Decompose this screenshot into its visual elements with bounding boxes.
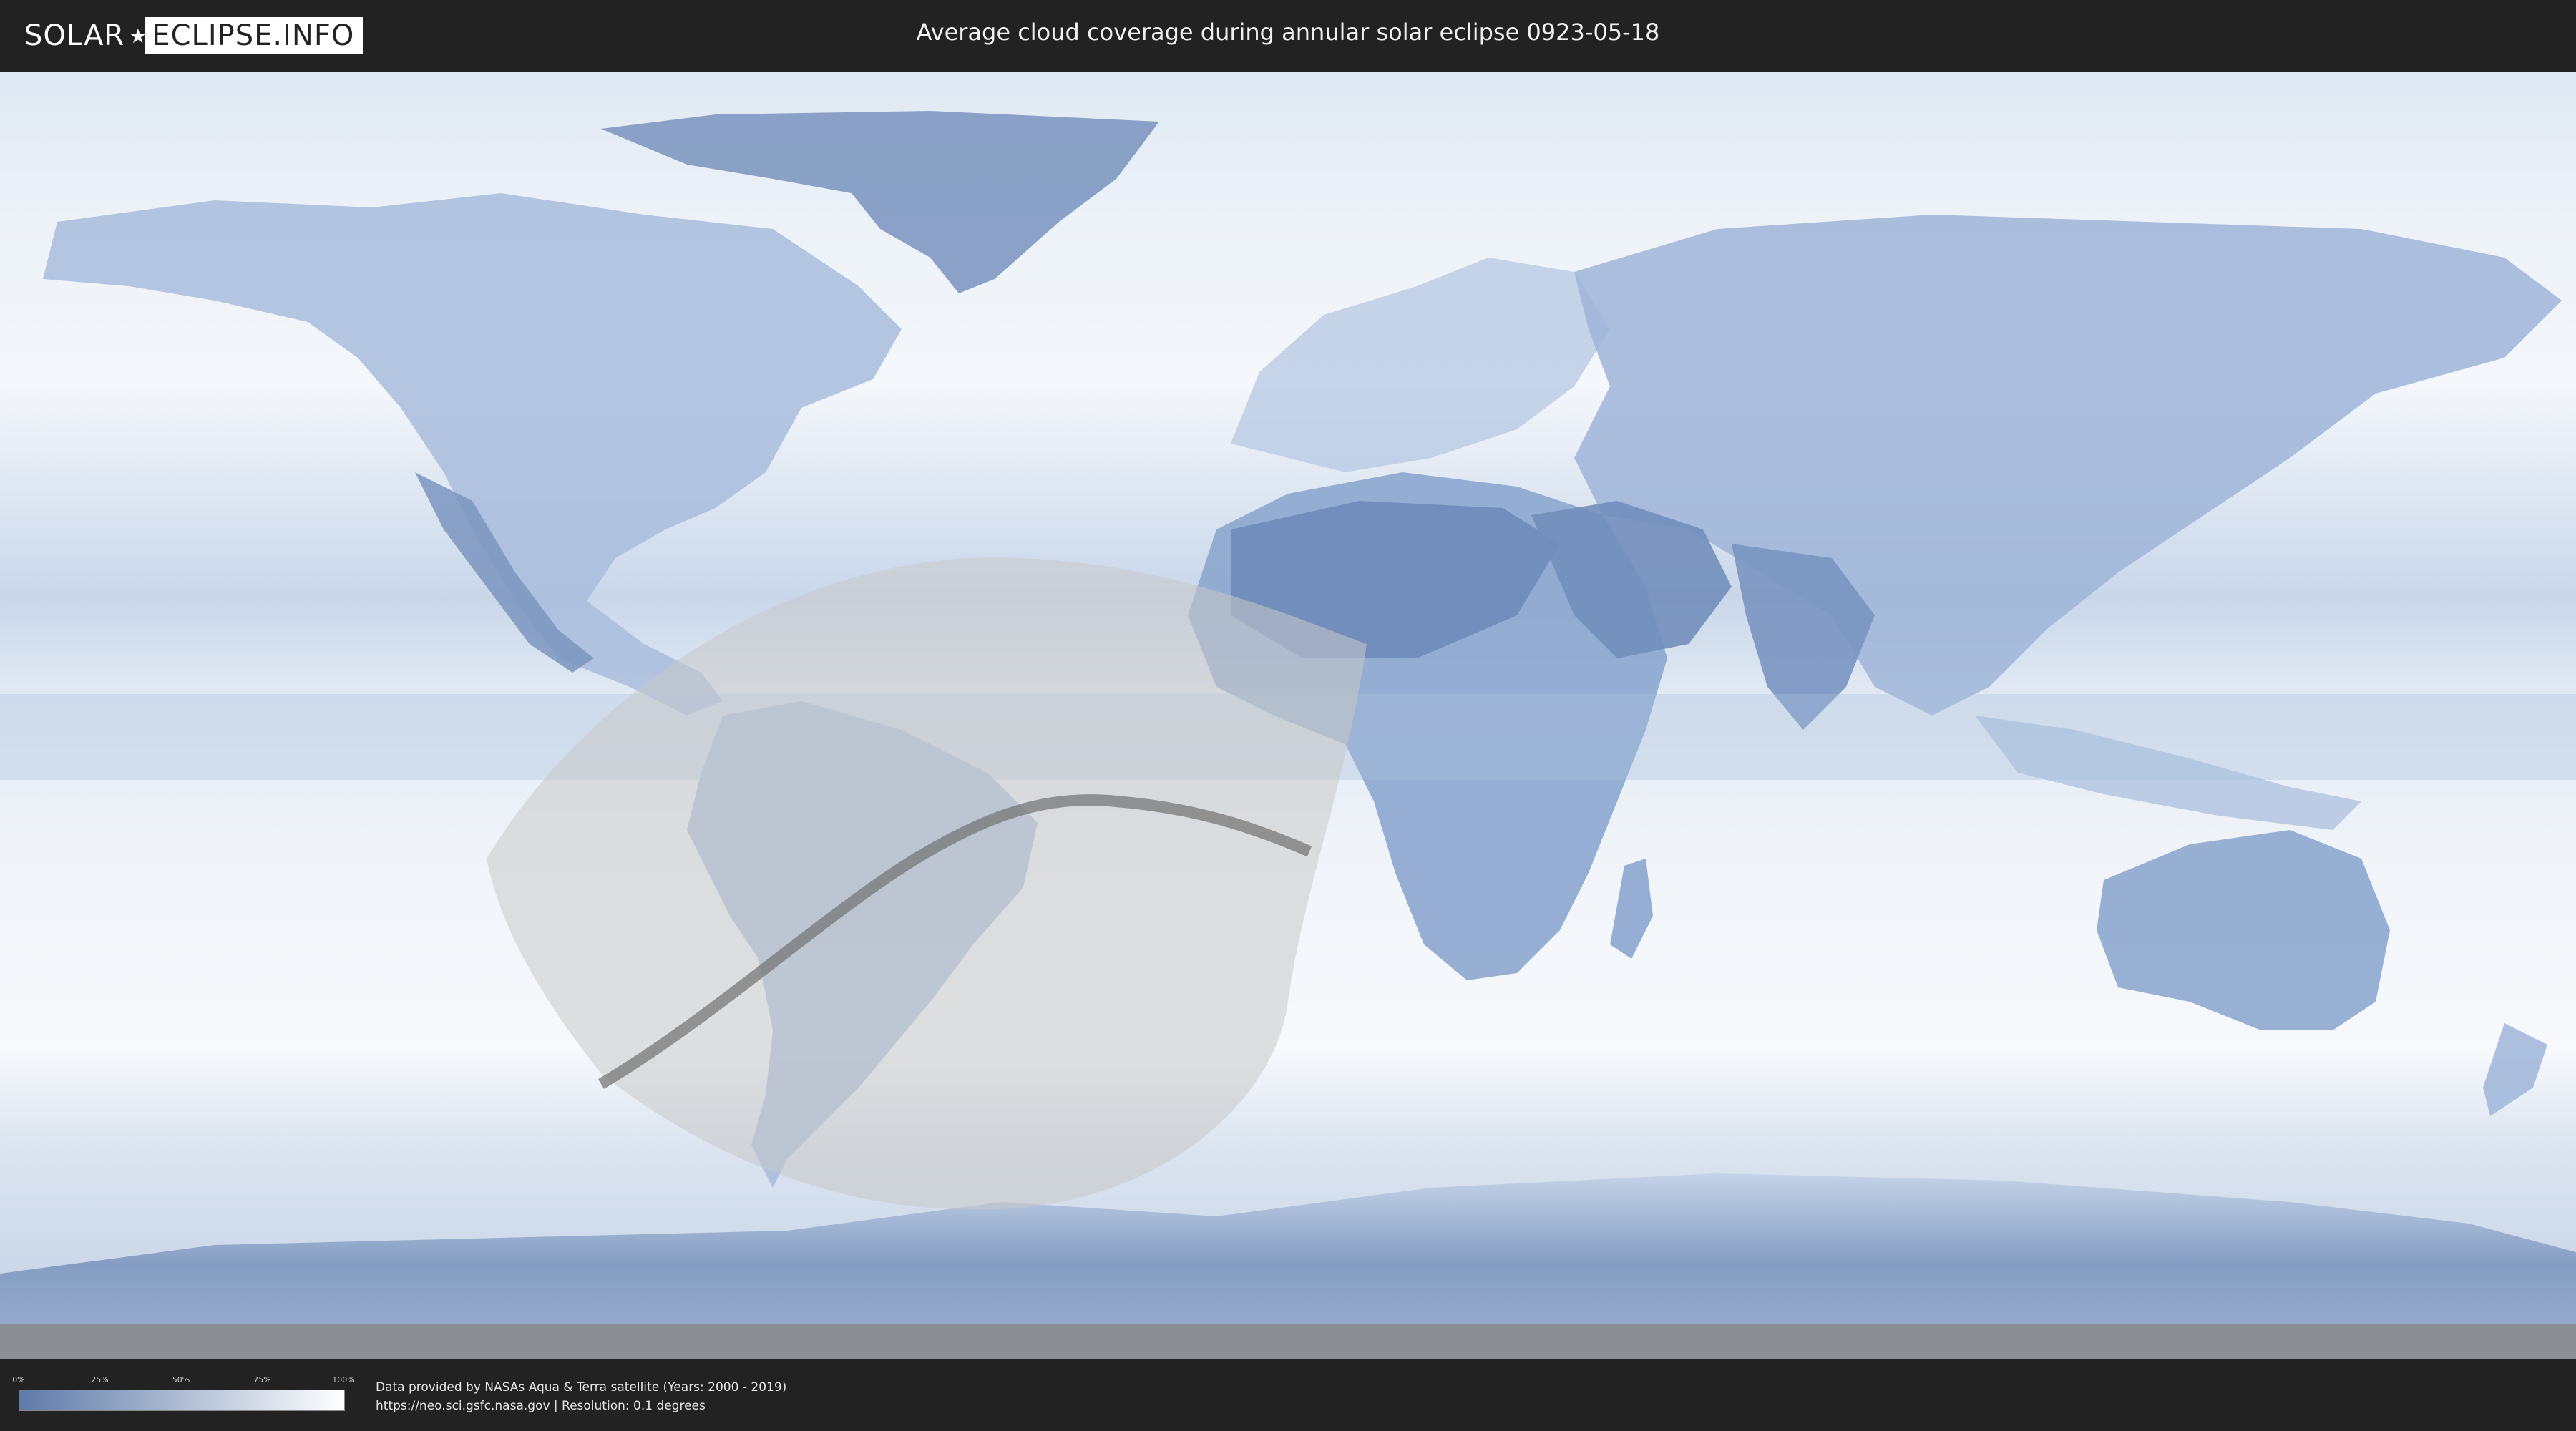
legend-tick: 25% bbox=[91, 1375, 109, 1384]
credits-line-url: https://neo.sci.gsfc.nasa.gov | Resoluti… bbox=[376, 1399, 706, 1413]
legend-ticks: 0% 25% 50% 75% 100% bbox=[12, 1375, 354, 1387]
legend-tick: 75% bbox=[253, 1375, 271, 1384]
credits-line-source: Data provided by NASAs Aqua & Terra sate… bbox=[376, 1380, 787, 1395]
cloud-coverage-legend: 0% 25% 50% 75% 100% bbox=[12, 1375, 355, 1415]
page-title: Average cloud coverage during annular so… bbox=[916, 19, 1660, 46]
map-bottom-edge bbox=[0, 1324, 2576, 1359]
legend-tick: 100% bbox=[332, 1375, 355, 1384]
data-credits: Data provided by NASAs Aqua & Terra sate… bbox=[376, 1378, 786, 1415]
map-svg bbox=[0, 72, 2576, 1359]
legend-tick: 0% bbox=[12, 1375, 25, 1384]
legend-color-bar bbox=[19, 1390, 345, 1411]
cloud-coverage-map bbox=[0, 72, 2576, 1359]
legend-tick: 50% bbox=[172, 1375, 190, 1384]
